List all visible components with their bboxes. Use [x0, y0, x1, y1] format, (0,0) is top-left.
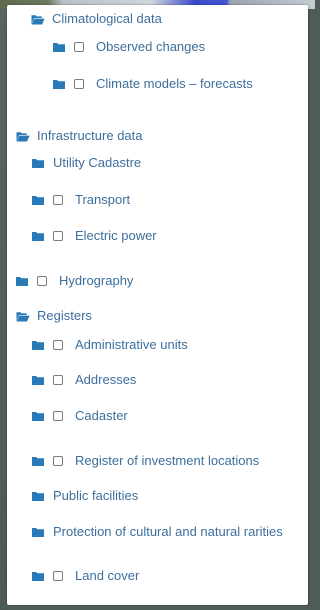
folder-icon	[32, 411, 44, 421]
layer-checkbox[interactable]	[74, 42, 84, 52]
layer-checkbox[interactable]	[37, 276, 47, 286]
layer-checkbox[interactable]	[53, 411, 63, 421]
tree-node-land-cover[interactable]: Land cover	[32, 566, 139, 586]
layer-checkbox[interactable]	[74, 79, 84, 89]
folder-icon	[32, 340, 44, 350]
layer-checkbox[interactable]	[53, 195, 63, 205]
tree-node-label: Cadaster	[75, 408, 128, 423]
folder-icon	[32, 375, 44, 385]
tree-node-label: Climate models – forecasts	[96, 76, 253, 91]
folder-icon	[32, 231, 44, 241]
tree-node-cadaster[interactable]: Cadaster	[32, 406, 128, 426]
tree-node-label: Utility Cadastre	[53, 155, 142, 170]
folder-icon	[32, 491, 44, 501]
folder-icon	[32, 456, 44, 466]
tree-node-addresses[interactable]: Addresses	[32, 370, 136, 390]
tree-node-label: Register of investment locations	[75, 453, 260, 468]
tree-node-label: Transport	[75, 192, 131, 207]
tree-node-label: Electric power	[75, 228, 157, 243]
folder-open-icon	[31, 14, 45, 25]
tree-node-transport[interactable]: Transport	[32, 190, 130, 210]
tree-node-label: Land cover	[75, 568, 140, 583]
folder-open-icon	[16, 311, 30, 322]
tree-node-register-of-investment-locations[interactable]: Register of investment locations	[32, 451, 259, 471]
map-background-edge	[0, 9, 7, 610]
tree-node-utility-cadastre[interactable]: Utility Cadastre	[32, 153, 141, 173]
folder-icon	[32, 527, 44, 537]
tree-node-label: Registers	[37, 308, 92, 323]
tree-node-infrastructure-data[interactable]: Infrastructure data	[16, 126, 143, 146]
tree-node-label: Hydrography	[59, 273, 134, 288]
tree-node-climatological-data[interactable]: Climatological data	[31, 9, 162, 29]
folder-icon	[32, 195, 44, 205]
layer-checkbox[interactable]	[53, 571, 63, 581]
tree-node-label: Protection of cultural and natural rarit…	[53, 524, 283, 539]
tree-node-climate-models-forecasts[interactable]: Climate models – forecasts	[53, 74, 253, 94]
tree-node-label: Administrative units	[75, 337, 188, 352]
folder-icon	[32, 158, 44, 168]
tree-node-label: Infrastructure data	[37, 128, 143, 143]
tree-node-electric-power[interactable]: Electric power	[32, 226, 157, 246]
layer-checkbox[interactable]	[53, 375, 63, 385]
tree-node-label: Public facilities	[53, 488, 139, 503]
folder-icon	[53, 42, 65, 52]
folder-icon	[32, 571, 44, 581]
folder-icon	[53, 79, 65, 89]
tree-node-label: Climatological data	[52, 11, 162, 26]
layer-checkbox[interactable]	[53, 231, 63, 241]
tree-node-administrative-units[interactable]: Administrative units	[32, 335, 188, 355]
tree-node-hydrography[interactable]: Hydrography	[16, 271, 133, 291]
layer-tree-panel: Climatological data Observed changes Cli…	[7, 5, 308, 605]
tree-node-protection-of-cultural-and-natural-rarities[interactable]: Protection of cultural and natural rarit…	[32, 522, 283, 542]
tree-node-observed-changes[interactable]: Observed changes	[53, 37, 205, 57]
layer-checkbox[interactable]	[53, 456, 63, 466]
tree-node-public-facilities[interactable]: Public facilities	[32, 486, 138, 506]
folder-icon	[16, 276, 28, 286]
tree-node-registers[interactable]: Registers	[16, 306, 92, 326]
tree-node-label: Observed changes	[96, 39, 206, 54]
folder-open-icon	[16, 131, 30, 142]
layer-checkbox[interactable]	[53, 340, 63, 350]
tree-node-label: Addresses	[75, 372, 137, 387]
